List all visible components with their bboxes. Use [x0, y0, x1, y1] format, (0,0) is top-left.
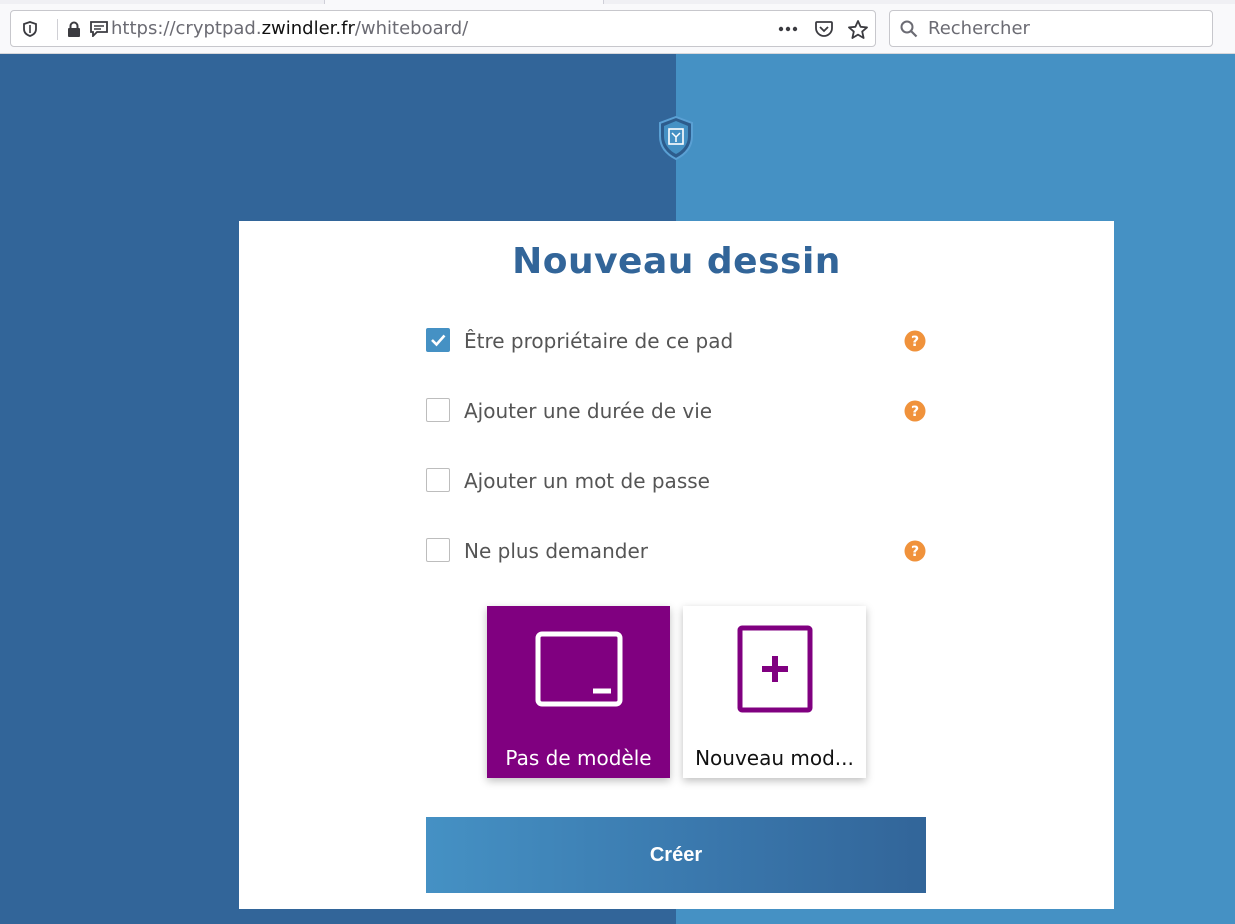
help-icon[interactable]: ? — [904, 400, 926, 422]
template-new[interactable]: Nouveau mod... — [683, 606, 866, 778]
message-icon[interactable] — [89, 19, 109, 39]
template-new-label: Nouveau mod... — [695, 746, 854, 770]
star-icon[interactable] — [847, 19, 869, 39]
browser-toolbar: https://cryptpad.zwindler.fr/whiteboard/… — [0, 4, 1235, 54]
blank-template-icon — [487, 606, 670, 731]
url-bar[interactable]: https://cryptpad.zwindler.fr/whiteboard/ — [10, 10, 876, 47]
search-icon — [900, 20, 918, 42]
help-icon[interactable]: ? — [904, 540, 926, 562]
help-icon[interactable]: ? — [904, 330, 926, 352]
option-owner[interactable]: Être propriétaire de ce pad ? — [426, 328, 926, 354]
pocket-icon[interactable] — [813, 19, 835, 39]
expire-label: Ajouter une durée de vie — [464, 399, 713, 423]
url-host: zwindler.fr — [261, 18, 355, 39]
svg-text:?: ? — [911, 334, 919, 350]
search-placeholder: Rechercher — [928, 18, 1030, 39]
creation-card: Nouveau dessin Être propriétaire de ce p… — [239, 221, 1114, 909]
url-path: /whiteboard/ — [354, 18, 469, 39]
new-template-icon — [683, 606, 866, 731]
check-icon — [431, 334, 446, 347]
expire-checkbox[interactable] — [426, 398, 450, 422]
password-checkbox[interactable] — [426, 468, 450, 492]
create-button[interactable]: Créer — [426, 817, 926, 893]
page: Nouveau dessin Être propriétaire de ce p… — [0, 54, 1235, 924]
url-prefix: https://cryptpad. — [111, 18, 262, 39]
dont-ask-label: Ne plus demander — [464, 539, 648, 563]
owner-label: Être propriétaire de ce pad — [464, 329, 734, 353]
lock-icon[interactable] — [65, 19, 83, 39]
password-label: Ajouter un mot de passe — [464, 469, 710, 493]
option-password[interactable]: Ajouter un mot de passe — [426, 468, 926, 494]
more-icon[interactable] — [777, 19, 799, 39]
shield-icon[interactable] — [21, 19, 39, 39]
url-separator — [57, 19, 58, 40]
page-title: Nouveau dessin — [512, 241, 841, 282]
template-none-label: Pas de modèle — [505, 746, 652, 770]
dont-ask-checkbox[interactable] — [426, 538, 450, 562]
option-dont-ask[interactable]: Ne plus demander ? — [426, 538, 926, 564]
svg-text:?: ? — [911, 404, 919, 420]
cryptpad-logo — [658, 115, 694, 161]
owner-checkbox[interactable] — [426, 328, 450, 352]
url-text[interactable]: https://cryptpad.zwindler.fr/whiteboard/ — [111, 19, 468, 39]
svg-text:?: ? — [911, 544, 919, 560]
search-bar[interactable]: Rechercher — [889, 10, 1213, 47]
option-expire[interactable]: Ajouter une durée de vie ? — [426, 398, 926, 424]
template-none[interactable]: Pas de modèle — [487, 606, 670, 778]
